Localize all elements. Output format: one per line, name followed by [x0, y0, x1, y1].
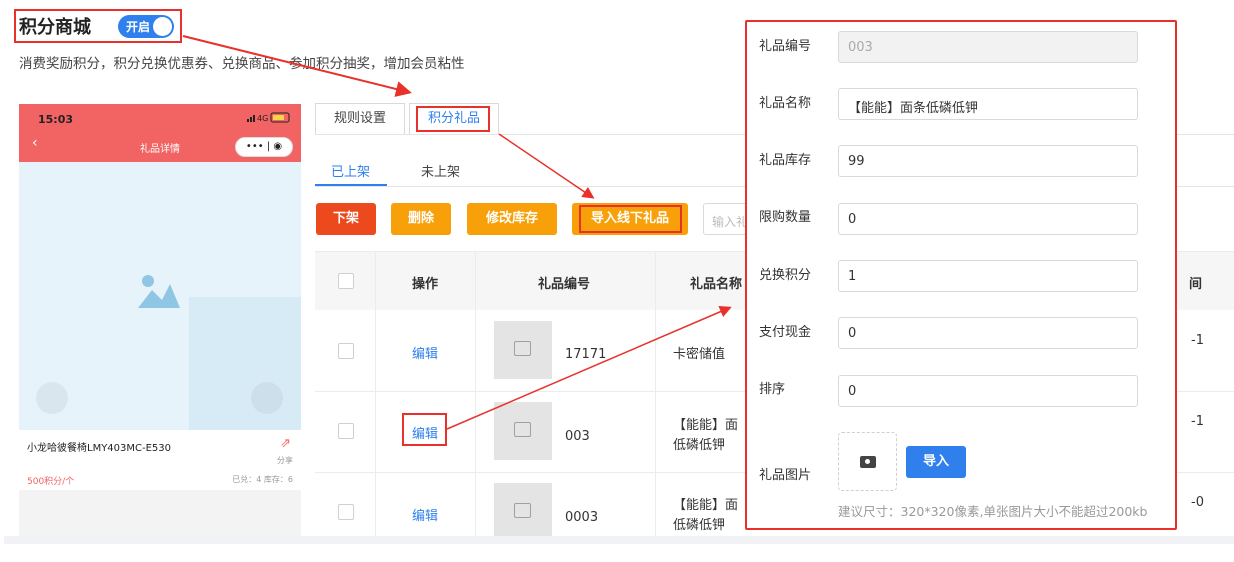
phone-time: 15:03 [38, 113, 74, 126]
product-price: 500积分/个 [27, 477, 75, 487]
row-checkbox[interactable] [338, 504, 354, 520]
subtab-off-shelf[interactable]: 未上架 [421, 161, 460, 180]
camera-icon [860, 456, 876, 468]
gift-thumbnail [494, 321, 552, 379]
edit-link[interactable]: 编辑 [412, 505, 438, 524]
row-checkbox[interactable] [338, 423, 354, 439]
label-exchange-points: 兑换积分 [759, 268, 812, 283]
exchange-points-field[interactable]: 1 [838, 260, 1138, 292]
pay-cash-field[interactable]: 0 [838, 317, 1138, 349]
svg-text:4G: 4G [257, 114, 268, 123]
gift-stock-field[interactable]: 99 [838, 145, 1138, 177]
gift-name-line2: 低磷低钾 [673, 438, 726, 453]
gift-code: 0003 [565, 510, 599, 525]
share-label[interactable]: 分享 [277, 455, 293, 466]
gift-code: 17171 [565, 347, 607, 362]
label-gift-image: 礼品图片 [759, 468, 812, 483]
row-tail-value: -1 [1191, 333, 1204, 348]
product-image [19, 162, 301, 430]
image-placeholder-icon [138, 275, 180, 308]
sort-field[interactable]: 0 [838, 375, 1138, 407]
gift-code: 003 [565, 429, 590, 444]
label-pay-cash: 支付现金 [759, 325, 812, 340]
annotation-highlight-title [14, 9, 182, 43]
upload-hint: 建议尺寸：320*320像素,单张图片大小不能超过200kb [838, 504, 1148, 519]
carousel-prev-button[interactable] [36, 382, 68, 414]
phone-header: 15:03 4G ‹ 礼品详情 ••• | ◉ [19, 104, 301, 162]
arrow-tab-to-import [498, 133, 595, 199]
row-checkbox[interactable] [338, 343, 354, 359]
gift-thumbnail [494, 402, 552, 460]
gift-name: 【能能】面 [673, 418, 739, 433]
image-upload-box[interactable] [838, 432, 897, 491]
off-shelf-button[interactable]: 下架 [316, 203, 376, 235]
image-placeholder-icon [514, 503, 531, 518]
column-header-action: 操作 [412, 277, 439, 292]
label-sort: 排序 [759, 382, 786, 397]
gift-name: 【能能】面 [673, 498, 739, 513]
annotation-highlight-tab [416, 106, 490, 132]
import-image-button[interactable]: 导入 [906, 446, 966, 478]
row-tail-value: -0 [1191, 495, 1204, 510]
edit-link[interactable]: 编辑 [412, 343, 438, 362]
column-header-code: 礼品编号 [538, 277, 591, 292]
phone-preview: 15:03 4G ‹ 礼品详情 ••• | ◉ 小龙哈彼餐椅LMY403MC-E… [19, 104, 301, 536]
product-info: 小龙哈彼餐椅LMY403MC-E530 ⇗ 分享 500积分/个 已兑：4 库存… [19, 430, 301, 490]
image-placeholder-icon [514, 422, 531, 437]
delete-button[interactable]: 删除 [391, 203, 451, 235]
phone-status: 4G [247, 112, 293, 126]
edit-stock-button[interactable]: 修改库存 [467, 203, 557, 235]
subtab-on-shelf[interactable]: 已上架 [331, 161, 370, 180]
gift-thumbnail [494, 483, 552, 541]
gift-name-field[interactable]: 【能能】面条低磷低钾 [838, 88, 1138, 120]
label-gift-stock: 礼品库存 [759, 153, 812, 168]
annotation-highlight-import [579, 205, 682, 233]
share-icon[interactable]: ⇗ [280, 436, 291, 451]
gift-name: 卡密储值 [673, 347, 726, 362]
product-stock: 已兑：4 库存：6 [232, 475, 293, 484]
tab-rule-settings[interactable]: 规则设置 [315, 103, 405, 134]
label-gift-name: 礼品名称 [759, 96, 812, 111]
select-all-checkbox[interactable] [338, 273, 354, 289]
image-placeholder-icon [514, 341, 531, 356]
phone-status-icon: 4G [247, 112, 290, 123]
purchase-limit-field[interactable]: 0 [838, 203, 1138, 235]
label-gift-code: 礼品编号 [759, 39, 812, 54]
column-header-time: 间 [1189, 277, 1203, 292]
label-purchase-limit: 限购数量 [759, 210, 812, 225]
carousel-next-button[interactable] [251, 382, 283, 414]
row-tail-value: -1 [1191, 414, 1204, 429]
gift-name-line2: 低磷低钾 [673, 518, 726, 533]
subtab-active-indicator [315, 184, 387, 186]
phone-capsule[interactable]: ••• | ◉ [235, 137, 293, 157]
column-header-name: 礼品名称 [690, 277, 743, 292]
annotation-highlight-edit [402, 413, 447, 446]
product-name: 小龙哈彼餐椅LMY403MC-E530 [27, 443, 172, 454]
gift-code-field: 003 [838, 31, 1138, 63]
bottom-divider [4, 536, 1234, 544]
page-subtitle: 消费奖励积分，积分兑换优惠券、兑换商品、参加积分抽奖，增加会员粘性 [19, 56, 465, 72]
